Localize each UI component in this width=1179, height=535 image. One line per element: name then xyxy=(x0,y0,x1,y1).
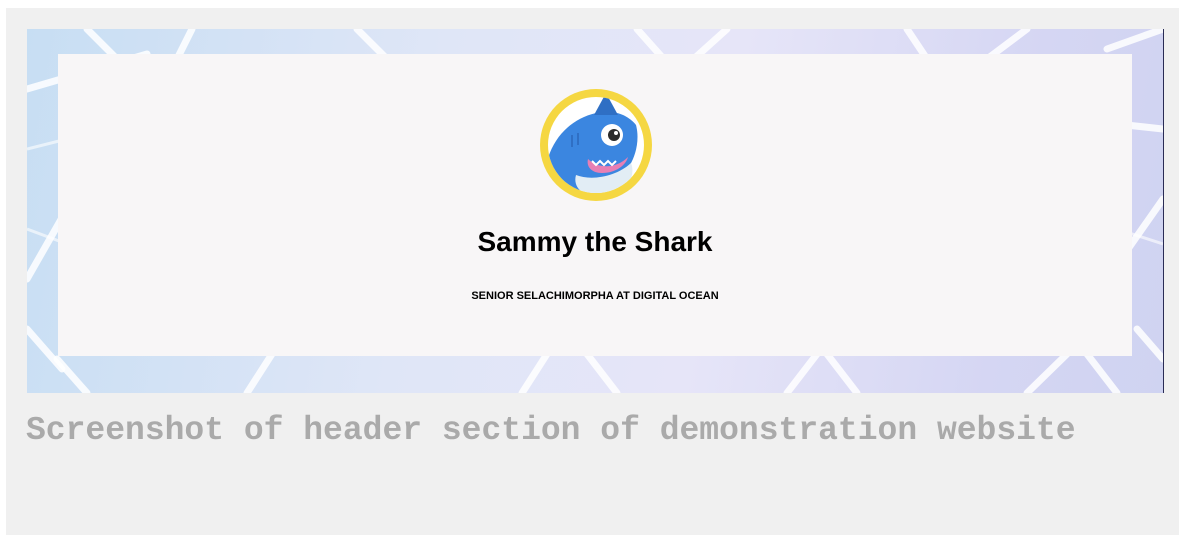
profile-card: Sammy the Shark SENIOR SELACHIMORPHA AT … xyxy=(58,54,1132,356)
profile-title: SENIOR SELACHIMORPHA AT DIGITAL OCEAN xyxy=(471,290,719,302)
profile-name: Sammy the Shark xyxy=(477,226,713,257)
screenshot-frame: Sammy the Shark SENIOR SELACHIMORPHA AT … xyxy=(6,8,1179,535)
screenshot-caption: Screenshot of header section of demonstr… xyxy=(26,412,1076,449)
shark-mascot-icon xyxy=(540,89,652,201)
header-banner: Sammy the Shark SENIOR SELACHIMORPHA AT … xyxy=(27,29,1164,393)
